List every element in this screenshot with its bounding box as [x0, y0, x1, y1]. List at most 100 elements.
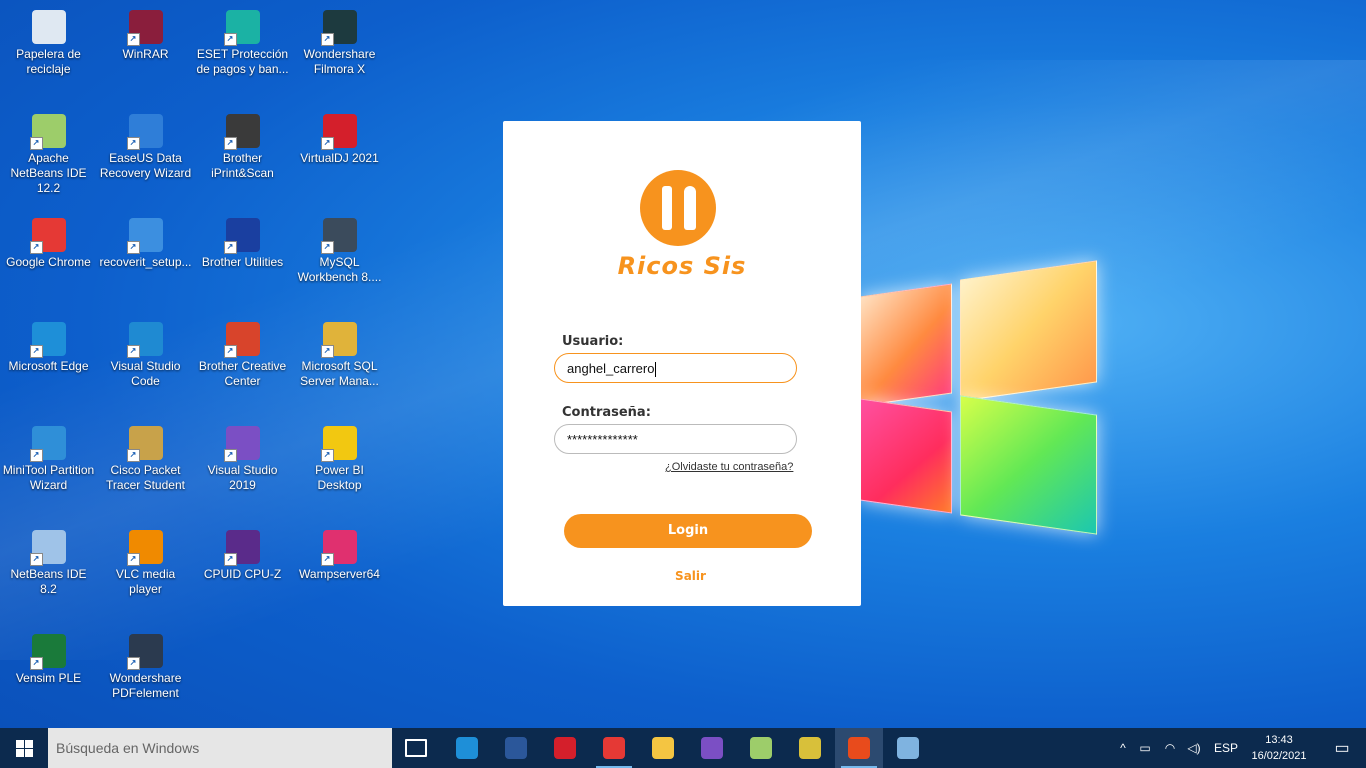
vensim-icon: ↗ [29, 634, 66, 670]
desktop-shortcut-label: Brother iPrint&Scan [211, 151, 274, 180]
eset-icon: ↗ [223, 10, 260, 46]
language-indicator[interactable]: ESP [1206, 741, 1246, 755]
shortcut-arrow-icon: ↗ [29, 657, 43, 670]
desktop-shortcut[interactable]: ↗ CPUID CPU-Z [194, 524, 291, 620]
chrome-icon: ↗ [29, 218, 66, 254]
user-label: Usuario: [562, 334, 624, 349]
clock[interactable]: 13:43 16/02/2021 [1244, 732, 1314, 764]
desktop-shortcut-label: Visual Studio Code [110, 359, 181, 388]
edge-icon [456, 737, 478, 759]
desktop-shortcut[interactable]: ↗ VLC media player [97, 524, 194, 620]
desktop-shortcut[interactable]: Papelera de reciclaje [0, 4, 97, 100]
volume-icon[interactable]: ◁) [1182, 741, 1206, 755]
password-input[interactable]: ************** [554, 424, 797, 454]
taskbar-app-button[interactable] [835, 728, 883, 768]
desktop-shortcut-label: Wondershare Filmora X [303, 47, 376, 76]
shortcut-arrow-icon: ↗ [223, 449, 237, 462]
desktop-shortcut[interactable]: ↗ Visual Studio 2019 [194, 420, 291, 516]
shortcut-arrow-icon: ↗ [320, 449, 334, 462]
battery-icon[interactable]: ▭ [1132, 741, 1158, 755]
desktop-shortcut[interactable]: ↗ Wondershare PDFelement [97, 628, 194, 724]
notification-center-icon[interactable]: ▭ [1318, 728, 1366, 768]
desktop-shortcut-label: CPUID CPU-Z [203, 567, 282, 581]
desktop-shortcut-label: Papelera de reciclaje [16, 47, 81, 76]
taskbar-app-button[interactable] [884, 728, 932, 768]
desktop-shortcut-label: recoverit_setup... [99, 255, 192, 269]
desktop-shortcut-label: ESET Protección de pagos y ban... [196, 47, 289, 76]
desktop-shortcut[interactable]: ↗ MySQL Workbench 8.... [291, 212, 388, 308]
desktop-shortcut[interactable]: ↗ EaseUS Data Recovery Wizard [97, 108, 194, 204]
start-button[interactable] [0, 728, 48, 768]
wamp-icon: ↗ [320, 530, 357, 566]
winrar-icon: ↗ [126, 10, 163, 46]
desktop-shortcut[interactable]: ↗ Brother Utilities [194, 212, 291, 308]
desktop-shortcut[interactable]: ↗ NetBeans IDE 8.2 [0, 524, 97, 620]
desktop-shortcut[interactable]: ↗ MiniTool Partition Wizard [0, 420, 97, 516]
taskbar-app-button[interactable] [786, 728, 834, 768]
desktop-shortcut-label: Visual Studio 2019 [207, 463, 278, 492]
desktop-shortcut[interactable]: ↗ recoverit_setup... [97, 212, 194, 308]
desktop-shortcut[interactable]: ↗ Wondershare Filmora X [291, 4, 388, 100]
desktop-shortcut[interactable]: ↗ WinRAR [97, 4, 194, 100]
brother-utilities-icon: ↗ [223, 218, 260, 254]
shortcut-arrow-icon: ↗ [126, 137, 140, 150]
shortcut-arrow-icon: ↗ [126, 33, 140, 46]
desktop-shortcut-label: EaseUS Data Recovery Wizard [99, 151, 192, 180]
pdfelement-icon: ↗ [126, 634, 163, 670]
taskbar-app-button[interactable] [541, 728, 589, 768]
shortcut-arrow-icon: ↗ [29, 241, 43, 254]
powerbi-icon: ↗ [320, 426, 357, 462]
desktop-shortcut[interactable]: ↗ Google Chrome [0, 212, 97, 308]
wifi-icon[interactable]: ◠ [1158, 741, 1182, 755]
desktop-shortcut[interactable]: ↗ Wampserver64 [291, 524, 388, 620]
desktop-shortcut-label: Google Chrome [6, 255, 91, 269]
desktop-shortcut-label: Brother Creative Center [198, 359, 287, 388]
password-label: Contraseña: [562, 405, 651, 420]
shortcut-arrow-icon: ↗ [126, 657, 140, 670]
file-explorer-icon [652, 737, 674, 759]
virtualdj-icon: ↗ [320, 114, 357, 150]
shortcut-arrow-icon: ↗ [223, 33, 237, 46]
desktop-shortcut-label: Power BI Desktop [315, 463, 364, 492]
sql-server-icon: ↗ [320, 322, 357, 358]
forgot-password-link[interactable]: ¿Olvidaste tu contraseña? [665, 461, 793, 473]
desktop-shortcut[interactable]: ↗ ESET Protección de pagos y ban... [194, 4, 291, 100]
taskbar-app-button[interactable] [639, 728, 687, 768]
taskbar-app-button[interactable] [737, 728, 785, 768]
shortcut-arrow-icon: ↗ [126, 449, 140, 462]
taskbar-app-button[interactable] [590, 728, 638, 768]
chrome-icon [603, 737, 625, 759]
user-input[interactable]: anghel_carrero [554, 353, 797, 383]
shortcut-arrow-icon: ↗ [320, 241, 334, 254]
edge-icon: ↗ [29, 322, 66, 358]
shortcut-arrow-icon: ↗ [29, 345, 43, 358]
taskbar-app-button[interactable] [392, 728, 440, 768]
login-button[interactable]: Login [564, 514, 812, 548]
desktop-shortcut-label: WinRAR [122, 47, 169, 61]
taskbar-search-box[interactable]: Búsqueda en Windows [48, 728, 392, 768]
taskbar: Búsqueda en Windows ^ ▭ ◠ ◁) ESP 13:43 1… [0, 728, 1366, 768]
desktop-shortcut-label: MiniTool Partition Wizard [2, 463, 95, 492]
desktop-shortcut[interactable]: ↗ Apache NetBeans IDE 12.2 [0, 108, 97, 204]
taskbar-app-button[interactable] [688, 728, 736, 768]
show-hidden-icons-icon[interactable]: ^ [1114, 741, 1132, 755]
desktop-shortcut[interactable]: ↗ Vensim PLE [0, 628, 97, 724]
shortcut-arrow-icon: ↗ [29, 553, 43, 566]
netbeans-icon [750, 737, 772, 759]
taskbar-app-button[interactable] [443, 728, 491, 768]
shortcut-arrow-icon: ↗ [223, 137, 237, 150]
visual-studio-icon: ↗ [223, 426, 260, 462]
taskbar-app-button[interactable] [492, 728, 540, 768]
shortcut-arrow-icon: ↗ [126, 553, 140, 566]
desktop-shortcut[interactable]: ↗ VirtualDJ 2021 [291, 108, 388, 204]
desktop-shortcut[interactable]: ↗ Cisco Packet Tracer Student [97, 420, 194, 516]
desktop-shortcut[interactable]: ↗ Brother Creative Center [194, 316, 291, 412]
shortcut-arrow-icon: ↗ [223, 553, 237, 566]
exit-link[interactable]: Salir [503, 569, 878, 583]
desktop-shortcut[interactable]: ↗ Visual Studio Code [97, 316, 194, 412]
desktop-shortcut[interactable]: ↗ Microsoft SQL Server Mana... [291, 316, 388, 412]
desktop-shortcut[interactable]: ↗ Microsoft Edge [0, 316, 97, 412]
desktop-shortcut[interactable]: ↗ Power BI Desktop [291, 420, 388, 516]
desktop-shortcut-label: Wondershare PDFelement [109, 671, 182, 700]
desktop-shortcut[interactable]: ↗ Brother iPrint&Scan [194, 108, 291, 204]
